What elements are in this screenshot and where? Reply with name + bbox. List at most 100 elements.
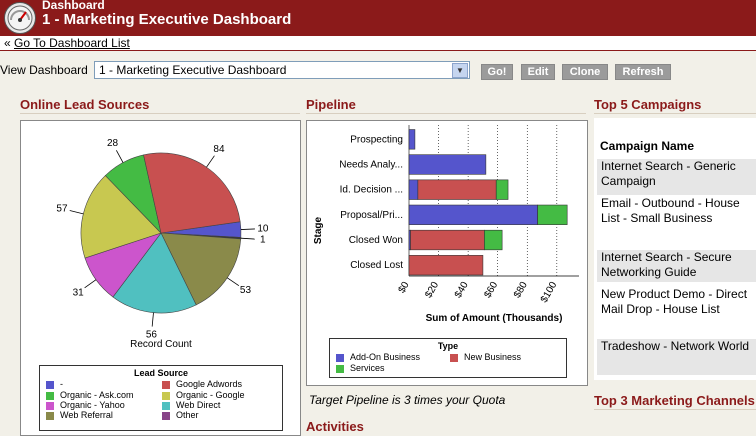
legend-item: Google Adwords — [162, 379, 242, 389]
campaign-row[interactable]: Tradeshow - Network World — [597, 339, 756, 375]
bar-segment[interactable] — [408, 154, 487, 175]
pie-data-label: 28 — [107, 138, 119, 149]
lead-source-legend: Lead Source - Google Adwords Organic - A… — [39, 365, 283, 431]
y-tick-label: Prospecting — [350, 134, 403, 145]
pie-leader-line — [227, 277, 240, 287]
x-tick-label: $80 — [512, 280, 530, 300]
x-tick-label: $60 — [482, 280, 500, 300]
campaign-row[interactable]: Email - Outbound - House List - Small Bu… — [597, 196, 756, 246]
x-axis-label: Sum of Amount (Thousands) — [426, 313, 563, 324]
pipeline-bar-chart: Prospecting Needs Analy... Id. Decision ..… — [313, 125, 579, 324]
legend-swatch — [46, 411, 54, 420]
breadcrumb: « Go To Dashboard List — [0, 36, 756, 51]
x-tick-label: $20 — [423, 280, 441, 300]
y-tick-label: Needs Analy... — [339, 160, 403, 171]
dashboard-select[interactable]: 1 - Marketing Executive Dashboard ▼ — [94, 61, 470, 79]
campaign-name: Tradeshow - Network World — [601, 339, 750, 353]
legend-item: Web Referral — [46, 410, 113, 420]
bar-segment[interactable] — [408, 255, 484, 276]
pie-data-label: 53 — [240, 285, 252, 296]
legend-swatch — [162, 411, 170, 420]
y-tick-label: Closed Lost — [350, 260, 403, 271]
pie-data-label: 57 — [56, 204, 68, 215]
campaign-name: Email - Outbound - House List - Small Bu… — [601, 196, 740, 225]
legend-item: Services — [336, 363, 385, 373]
campaign-row[interactable]: New Product Demo - Direct Mail Drop - Ho… — [597, 287, 756, 333]
pie-axis-label: Record Count — [130, 339, 192, 350]
pie-slice[interactable] — [143, 152, 241, 234]
campaign-name-header: Campaign Name — [600, 139, 695, 153]
x-tick-label: $40 — [453, 280, 471, 300]
chevron-down-icon[interactable]: ▼ — [452, 63, 468, 78]
back-arrow: « — [4, 36, 11, 50]
bar-segment[interactable] — [484, 229, 503, 251]
legend-item: Add-On Business — [336, 352, 420, 362]
pie-leader-line — [206, 155, 215, 168]
legend-swatch — [450, 353, 458, 362]
app-header: Dashboard 1 - Marketing Executive Dashbo… — [0, 0, 756, 36]
bar-segment[interactable] — [537, 204, 568, 225]
pie-data-label: 84 — [213, 144, 225, 155]
campaign-name: Internet Search - Secure Networking Guid… — [601, 250, 732, 279]
bar-segment[interactable] — [408, 129, 416, 150]
pipeline-title: Pipeline — [306, 97, 356, 112]
dashboard-select-value: 1 - Marketing Executive Dashboard — [99, 63, 287, 77]
legend-swatch — [162, 380, 170, 389]
x-tick-label: $0 — [397, 280, 412, 296]
legend-item: Web Direct — [162, 400, 220, 410]
pipeline-legend: Type Add-On Business New Business Servic… — [329, 338, 567, 378]
legend-item: Organic - Ask.com — [46, 390, 134, 400]
legend-item: Other — [162, 410, 199, 420]
legend-title: Type — [437, 341, 459, 351]
dashboard-list-link[interactable]: Go To Dashboard List — [14, 36, 130, 50]
campaign-name: Internet Search - Generic Campaign — [601, 159, 736, 188]
pie-leader-line — [84, 279, 97, 289]
legend-item: - — [46, 379, 63, 389]
clone-button[interactable]: Clone — [562, 64, 608, 80]
y-axis-label: Stage — [313, 216, 324, 244]
divider — [594, 409, 756, 410]
campaign-row[interactable]: Internet Search - Secure Networking Guid… — [597, 250, 756, 282]
bar-segment[interactable] — [495, 179, 509, 200]
page-title: 1 - Marketing Executive Dashboard — [42, 11, 292, 28]
campaigns-title: Top 5 Campaigns — [594, 97, 702, 112]
y-tick-label: Closed Won — [349, 235, 403, 246]
activities-title: Activities — [306, 419, 364, 434]
pie-leader-line — [240, 237, 255, 240]
view-dashboard-label: View Dashboard — [0, 63, 88, 77]
lead-sources-pie-chart: 101535631572884Record Count — [56, 138, 269, 350]
legend-item: Organic - Google — [162, 390, 245, 400]
y-tick-label: Proposal/Pri... — [340, 210, 403, 221]
y-tick-label: Id. Decision ... — [340, 185, 403, 196]
pie-leader-line — [151, 312, 154, 327]
legend-item: Organic - Yahoo — [46, 400, 125, 410]
divider — [306, 113, 586, 114]
edit-button[interactable]: Edit — [521, 64, 555, 80]
legend-swatch — [46, 380, 54, 389]
dashboard-toolbar: View Dashboard 1 - Marketing Executive D… — [0, 58, 756, 84]
pie-data-label: 1 — [260, 235, 266, 246]
bar-segment[interactable] — [408, 179, 419, 200]
refresh-button[interactable]: Refresh — [615, 64, 671, 80]
pie-data-label: 31 — [73, 287, 85, 298]
pie-data-label: 10 — [257, 224, 269, 235]
lead-sources-title: Online Lead Sources — [20, 97, 150, 112]
pipeline-footer-note: Target Pipeline is 3 times your Quota — [309, 393, 506, 407]
campaign-name: New Product Demo - Direct Mail Drop - Ho… — [601, 287, 748, 316]
pie-leader-line — [116, 150, 124, 163]
legend-swatch — [336, 364, 344, 373]
legend-swatch — [46, 401, 54, 410]
campaign-row[interactable]: Internet Search - Generic Campaign — [597, 159, 756, 195]
go-button[interactable]: Go! — [481, 64, 513, 80]
pie-leader-line — [69, 210, 84, 215]
legend-swatch — [162, 401, 170, 410]
bar-segment[interactable] — [410, 229, 485, 251]
legend-title: Lead Source — [133, 368, 189, 378]
bar-segment[interactable] — [408, 204, 538, 225]
pipeline-panel: Prospecting Needs Analy... Id. Decision ..… — [306, 120, 588, 386]
legend-swatch — [162, 391, 170, 400]
bar-segment[interactable] — [417, 179, 497, 200]
legend-swatch — [336, 353, 344, 362]
marketing-channels-title: Top 3 Marketing Channels — [594, 393, 755, 408]
x-tick-label: $100 — [539, 280, 560, 305]
